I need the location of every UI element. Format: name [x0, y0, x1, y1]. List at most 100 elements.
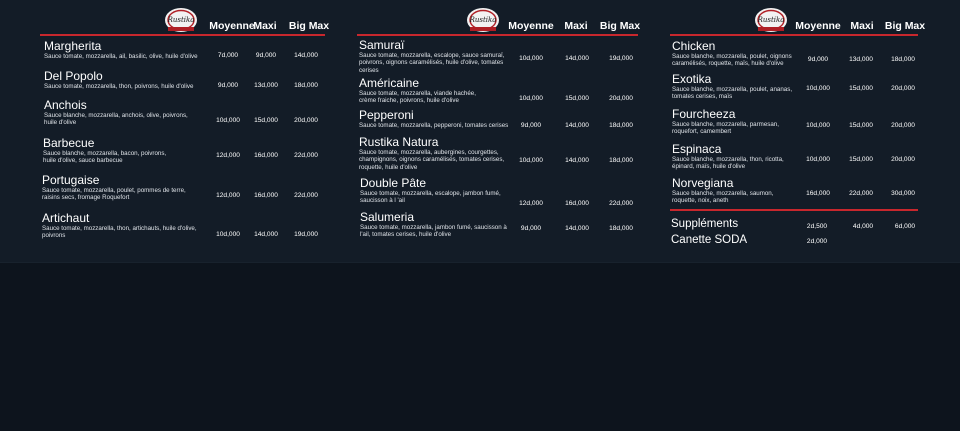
price-moyenne: 9d,000 [520, 122, 542, 129]
menu-item-norvegiana: Norvegiana Sauce blanche, mozzarella, sa… [672, 177, 792, 205]
canette-soda-label: Canette SODA [671, 234, 748, 246]
menu-column-1: Rustika Moyenne Maxi Big Max Margherita … [40, 0, 329, 262]
price-big-max: 19d,000 [294, 231, 318, 238]
price-moyenne: 10d,000 [216, 231, 240, 238]
menu-item-salumeria: Salumeria Sauce tomate, mozzarella, jamb… [360, 211, 515, 239]
rustika-logo-icon: Rustika [752, 6, 790, 36]
item-name: Anchois [44, 98, 87, 112]
price-moyenne: 12d,000 [216, 192, 240, 199]
price-maxi: 15d,000 [849, 122, 873, 129]
item-description: Sauce blanche, mozzarella, anchois, oliv… [44, 112, 188, 127]
item-description: Sauce tomate, mozzarella, viande hachée,… [359, 90, 476, 105]
item-description: Sauce blanche, mozzarella, poulet, anana… [672, 86, 793, 101]
item-description: Sauce blanche, mozzarella, saumon, roque… [672, 190, 774, 205]
price-moyenne: 12d,000 [216, 152, 240, 159]
price-maxi: 22d,000 [849, 190, 873, 197]
price-big-max: 20d,000 [294, 117, 318, 124]
supplements-price-big-max: 6d,000 [894, 223, 916, 230]
menu-item-espinaca: Espinaca Sauce blanche, mozzarella, thon… [672, 143, 797, 171]
price-big-max: 18d,000 [609, 157, 633, 164]
price-maxi: 15d,000 [254, 117, 278, 124]
price-big-max: 18d,000 [609, 225, 633, 232]
supplements-label: Suppléments [671, 218, 739, 230]
menu-item-margherita: Margherita Sauce tomate, mozzarella, ail… [44, 39, 204, 61]
item-name: Pepperoni [359, 108, 414, 122]
item-name: Artichaut [42, 211, 90, 225]
header-divider [670, 34, 918, 36]
price-maxi: 14d,000 [565, 55, 589, 62]
menu-item-samurai: Samuraï Sauce tomate, mozzarella, escalo… [359, 39, 514, 74]
header-moyenne: Moyenne [795, 20, 841, 32]
item-name: Américaine [359, 76, 420, 90]
price-big-max: 14d,000 [294, 52, 318, 59]
menu-item-exotika: Exotika Sauce blanche, mozzarella, poule… [672, 73, 797, 101]
price-maxi: 14d,000 [565, 122, 589, 129]
price-maxi: 16d,000 [254, 192, 278, 199]
menu-item-fourcheeza: Fourcheeza Sauce blanche, mozzarella, pa… [672, 108, 797, 136]
price-maxi: 13d,000 [849, 56, 873, 63]
item-name: Del Popolo [44, 69, 103, 83]
price-moyenne: 10d,000 [806, 85, 830, 92]
menu-column-3: Rustika Moyenne Maxi Big Max Chicken Sau… [670, 0, 925, 262]
menu-item-barbecue: Barbecue Sauce blanche, mozzarella, baco… [43, 137, 173, 165]
price-moyenne: 9d,000 [807, 56, 829, 63]
item-name: Norvegiana [672, 176, 734, 190]
item-name: Salumeria [360, 210, 415, 224]
item-name: Margherita [44, 39, 102, 53]
menu-item-double-pate: Double Pâte Sauce tomate, mozzarella, es… [360, 177, 510, 205]
menu-item-anchois: Anchois Sauce blanche, mozzarella, ancho… [44, 99, 194, 127]
price-maxi: 14d,000 [565, 157, 589, 164]
price-moyenne: 10d,000 [519, 157, 543, 164]
price-maxi: 14d,000 [254, 231, 278, 238]
price-moyenne: 9d,000 [217, 82, 239, 89]
price-big-max: 22d,000 [294, 192, 318, 199]
supplements-price-maxi: 4d,000 [852, 223, 874, 230]
header-maxi: Maxi [850, 20, 874, 32]
canette-soda-price: 2d,000 [806, 238, 828, 245]
menu-item-pepperoni: Pepperoni Sauce tomate, mozzarella, pepp… [359, 108, 529, 130]
price-moyenne: 10d,000 [806, 156, 830, 163]
item-name: Exotika [672, 72, 712, 86]
item-name: Portugaise [42, 173, 100, 187]
item-description: Sauce blanche, mozzarella, thon, ricotta… [672, 156, 784, 171]
price-big-max: 22d,000 [294, 152, 318, 159]
item-description: Sauce tomate, mozzarella, aubergines, co… [359, 149, 505, 171]
item-name: Espinaca [672, 142, 722, 156]
item-description: Sauce tomate, mozzarella, thon, poivrons… [44, 83, 194, 90]
header-big-max: Big Max [599, 20, 641, 32]
item-name: Chicken [672, 39, 716, 53]
menu-item-del-popolo: Del Popolo Sauce tomate, mozzarella, tho… [44, 69, 204, 91]
price-big-max: 18d,000 [609, 122, 633, 129]
price-maxi: 13d,000 [254, 82, 278, 89]
item-description: Sauce blanche, mozzarella, poulet, oigno… [672, 53, 792, 68]
menu-item-artichaut: Artichaut Sauce tomate, mozzarella, thon… [42, 212, 207, 240]
item-description: Sauce tomate, mozzarella, jambon fumé, s… [360, 224, 507, 239]
price-big-max: 20d,000 [891, 122, 915, 129]
price-big-max: 18d,000 [891, 56, 915, 63]
price-big-max: 30d,000 [891, 190, 915, 197]
price-maxi: 15d,000 [849, 156, 873, 163]
extras-divider [670, 209, 918, 211]
item-name: Double Pâte [360, 176, 427, 190]
price-moyenne: 10d,000 [519, 95, 543, 102]
item-name: Samuraï [359, 38, 405, 52]
item-description: Sauce tomate, mozzarella, escalope, jamb… [360, 190, 501, 205]
header-moyenne: Moyenne [508, 20, 554, 32]
item-description: Sauce tomate, mozzarella, thon, artichau… [42, 225, 197, 240]
menu-item-rustika-natura: Rustika Natura Sauce tomate, mozzarella,… [359, 136, 514, 171]
price-maxi: 9d,000 [255, 52, 277, 59]
item-description: Sauce tomate, mozzarella, poulet, pommes… [42, 187, 186, 202]
menu-item-chicken: Chicken Sauce blanche, mozzarella, poule… [672, 40, 802, 68]
price-maxi: 16d,000 [254, 152, 278, 159]
price-big-max: 20d,000 [609, 95, 633, 102]
price-big-max: 20d,000 [891, 156, 915, 163]
menu-column-2: Rustika Moyenne Maxi Big Max Samuraï Sau… [357, 0, 640, 262]
menu-item-portugaise: Portugaise Sauce tomate, mozzarella, pou… [42, 174, 192, 202]
item-name: Rustika Natura [359, 135, 439, 149]
svg-text:Rustika: Rustika [469, 16, 497, 24]
item-description: Sauce tomate, mozzarella, escalope, sauc… [359, 52, 505, 74]
price-moyenne: 7d,000 [217, 52, 239, 59]
price-moyenne: 10d,000 [519, 55, 543, 62]
item-description: Sauce tomate, mozzarella, pepperoni, tom… [359, 122, 509, 129]
price-moyenne: 10d,000 [216, 117, 240, 124]
